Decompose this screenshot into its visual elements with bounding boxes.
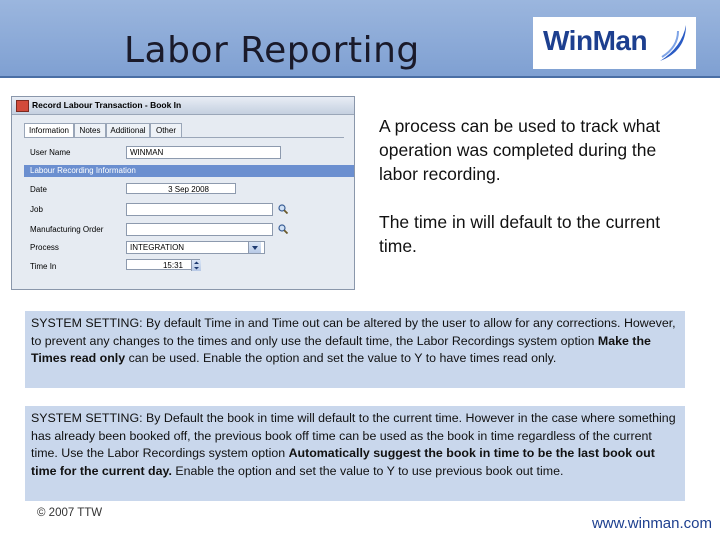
app-icon	[16, 100, 29, 112]
logo-text: WinMan	[543, 25, 648, 56]
job-label: Job	[30, 205, 43, 214]
system-setting-box-2: SYSTEM SETTING: By Default the book in t…	[25, 406, 685, 501]
manufacturing-order-field[interactable]	[126, 223, 273, 236]
winman-logo: WinMan	[533, 17, 696, 69]
window-titlebar: Record Labour Transaction - Book In	[12, 97, 354, 115]
process-label: Process	[30, 243, 59, 252]
time-in-label: Time In	[30, 262, 57, 271]
system-setting-box-1: SYSTEM SETTING: By default Time in and T…	[25, 311, 685, 388]
date-field[interactable]: 3 Sep 2008	[126, 183, 236, 194]
tab-other[interactable]: Other	[150, 123, 182, 137]
description-process: A process can be used to track what oper…	[379, 116, 661, 184]
setting-2-suffix: Enable the option and set the value to Y…	[171, 463, 564, 478]
slide-title: Labor Reporting	[124, 30, 420, 71]
spinner-arrows-icon	[194, 261, 199, 270]
tab-divider	[24, 137, 344, 138]
setting-1-suffix: can be used. Enable the option and set t…	[125, 351, 557, 366]
slide-header: Labor Reporting WinMan	[0, 0, 720, 78]
chevron-down-icon	[252, 246, 258, 250]
job-search-icon[interactable]	[278, 204, 288, 214]
tab-notes[interactable]: Notes	[74, 123, 106, 137]
logo-swoosh-icon	[660, 25, 686, 61]
description-time-in: The time in will default to the current …	[379, 212, 661, 256]
time-in-field[interactable]: 15:31	[126, 259, 200, 270]
user-name-field[interactable]: WINMAN	[126, 146, 281, 159]
website-url: www.winman.com	[591, 515, 712, 532]
manufacturing-order-search-icon[interactable]	[278, 224, 288, 234]
job-field[interactable]	[126, 203, 273, 216]
user-name-label: User Name	[30, 148, 71, 157]
process-select[interactable]: INTEGRATION	[126, 241, 265, 254]
tab-information[interactable]: Information	[24, 123, 74, 137]
copyright: © 2007 TTW	[37, 507, 103, 519]
setting-1-text: SYSTEM SETTING: By default Time in and T…	[31, 316, 676, 348]
time-in-spinner[interactable]	[191, 260, 201, 271]
tab-additional[interactable]: Additional	[106, 123, 150, 137]
section-header: Labour Recording Information	[24, 165, 354, 177]
window-title: Record Labour Transaction - Book In	[32, 100, 182, 110]
manufacturing-order-label: Manufacturing Order	[30, 225, 104, 234]
record-labour-window: Record Labour Transaction - Book In Info…	[11, 96, 355, 290]
process-dropdown-button[interactable]	[248, 242, 261, 253]
date-label: Date	[30, 185, 47, 194]
process-value: INTEGRATION	[130, 243, 185, 252]
